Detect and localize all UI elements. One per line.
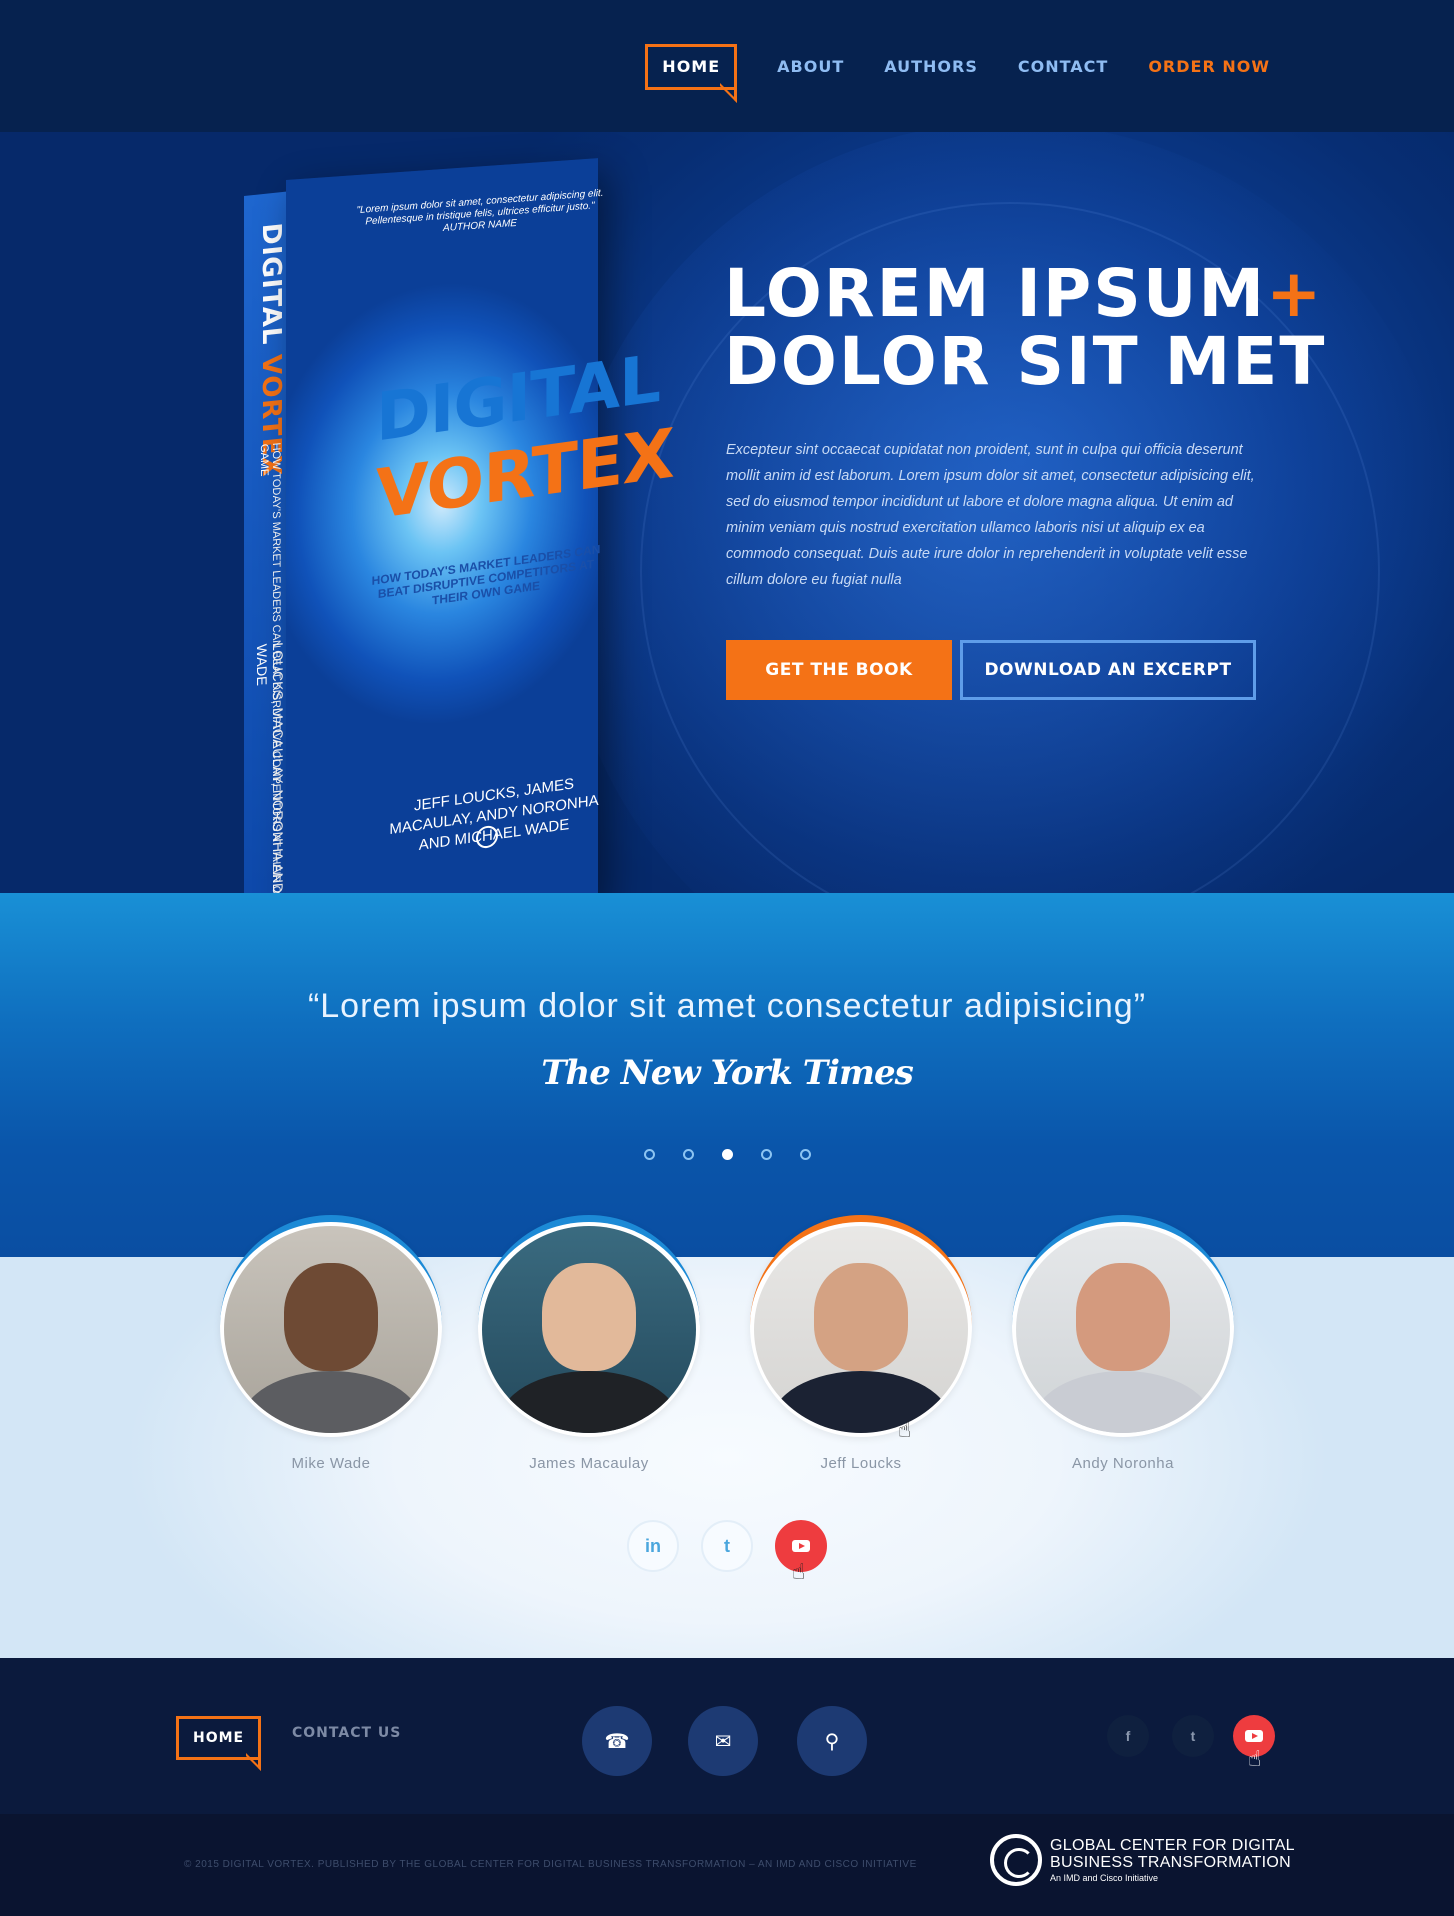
spine-authors: LOUCKS, MACAULAY, NORONHA AND WADE bbox=[254, 641, 286, 893]
testimonial-section: “Lorem ipsum dolor sit amet consectetur … bbox=[0, 893, 1454, 1257]
nav-contact[interactable]: CONTACT bbox=[1018, 47, 1108, 87]
get-the-book-button[interactable]: GET THE BOOK bbox=[726, 640, 952, 700]
nav-order-now[interactable]: ORDER NOW bbox=[1148, 47, 1270, 87]
phone-icon[interactable]: ☎ bbox=[582, 1706, 652, 1776]
play-icon bbox=[792, 1540, 810, 1552]
hand-cursor-icon: ☝ bbox=[1248, 1746, 1262, 1771]
twitter-icon[interactable]: t bbox=[1172, 1715, 1214, 1757]
carousel-dot-1[interactable] bbox=[643, 1149, 655, 1160]
nav-home[interactable]: HOME bbox=[645, 44, 738, 90]
author-card[interactable]: Andy Noronha bbox=[1008, 1215, 1238, 1472]
nav-about[interactable]: ABOUT bbox=[777, 47, 844, 87]
book-cover: "Lorem ipsum dolor sit amet, consectetur… bbox=[286, 158, 674, 893]
author-photo[interactable] bbox=[1016, 1226, 1230, 1433]
authors-section: Mike Wade James Macaulay Jeff Loucks And… bbox=[0, 1215, 1454, 1658]
author-card[interactable]: Mike Wade bbox=[216, 1215, 446, 1472]
author-socials: in t bbox=[0, 1520, 1454, 1572]
hero-section: DIGITAL VORTEX HOW TODAY'S MARKET LEADER… bbox=[0, 132, 1454, 893]
hero-description: Excepteur sint occaecat cupidatat non pr… bbox=[726, 442, 1255, 588]
testimonial-quote: “Lorem ipsum dolor sit amet consectetur … bbox=[307, 987, 1147, 1025]
linkedin-icon[interactable]: in bbox=[627, 1520, 679, 1572]
plus-icon: + bbox=[1266, 255, 1324, 332]
author-ring bbox=[478, 1215, 700, 1437]
hero-title: LOREM IPSUM+ DOLOR SIT MET bbox=[724, 260, 1326, 396]
cover-logo-icon bbox=[476, 824, 498, 850]
book-spine: DIGITAL VORTEX HOW TODAY'S MARKET LEADER… bbox=[244, 191, 286, 893]
footer-home-link[interactable]: HOME bbox=[176, 1716, 262, 1760]
nyt-logo: The New York Times bbox=[541, 1053, 914, 1093]
carousel-dots bbox=[0, 1149, 1454, 1160]
author-photo[interactable] bbox=[754, 1226, 968, 1433]
site-footer: HOME CONTACT US ☎ ✉ ⚲ f t ☝ bbox=[0, 1658, 1454, 1814]
download-excerpt-button[interactable]: DOWNLOAD AN EXCERPT bbox=[960, 640, 1256, 700]
logo-line2: BUSINESS TRANSFORMATION bbox=[1050, 1854, 1292, 1871]
author-name: Mike Wade bbox=[291, 1455, 371, 1472]
author-ring bbox=[220, 1215, 442, 1437]
author-card[interactable]: Jeff Loucks bbox=[746, 1215, 976, 1472]
logo-line3: An IMD and Cisco Initiative bbox=[1050, 1873, 1159, 1883]
logo-line1: GLOBAL CENTER FOR DIGITAL bbox=[1050, 1837, 1295, 1854]
cover-quote: "Lorem ipsum dolor sit amet, consectetur… bbox=[356, 187, 604, 235]
author-card[interactable]: James Macaulay bbox=[474, 1215, 704, 1472]
author-ring bbox=[1012, 1215, 1234, 1437]
author-name: James Macaulay bbox=[529, 1455, 649, 1472]
play-icon bbox=[1245, 1730, 1263, 1742]
hero-title-line1: LOREM IPSUM bbox=[724, 255, 1267, 332]
hero-title-line2: DOLOR SIT MET bbox=[724, 323, 1327, 400]
twitter-icon[interactable]: t bbox=[701, 1520, 753, 1572]
carousel-dot-2[interactable] bbox=[682, 1149, 694, 1160]
footer-contact-link[interactable]: CONTACT US bbox=[292, 1725, 401, 1741]
global-center-logo-icon bbox=[990, 1834, 1042, 1886]
spine-title-1: DIGITAL bbox=[256, 221, 286, 347]
cover-subtitle: HOW TODAY'S MARKET LEADERS CAN BEAT DISR… bbox=[371, 542, 601, 608]
cover-authors: JEFF LOUCKS, JAMES MACAULAY, ANDY NORONH… bbox=[389, 775, 599, 854]
author-ring bbox=[750, 1215, 972, 1437]
author-name: Jeff Loucks bbox=[820, 1455, 902, 1472]
global-center-logo[interactable]: GLOBAL CENTER FOR DIGITAL BUSINESS TRANS… bbox=[990, 1834, 1295, 1886]
carousel-dot-5[interactable] bbox=[799, 1149, 811, 1160]
book-image: DIGITAL VORTEX HOW TODAY'S MARKET LEADER… bbox=[240, 158, 674, 893]
location-pin-icon[interactable]: ⚲ bbox=[797, 1706, 867, 1776]
author-photo[interactable] bbox=[482, 1226, 696, 1433]
facebook-icon[interactable]: f bbox=[1107, 1715, 1149, 1757]
hand-cursor-icon: ☝ bbox=[792, 1559, 806, 1584]
nav-authors[interactable]: AUTHORS bbox=[884, 47, 978, 87]
bottom-bar: © 2015 DIGITAL VORTEX. PUBLISHED BY THE … bbox=[0, 1814, 1454, 1916]
carousel-dot-3[interactable] bbox=[721, 1149, 733, 1160]
main-nav: HOME ABOUT AUTHORS CONTACT ORDER NOW bbox=[645, 44, 1270, 90]
copyright-text: © 2015 DIGITAL VORTEX. PUBLISHED BY THE … bbox=[184, 1859, 917, 1870]
mail-icon[interactable]: ✉ bbox=[688, 1706, 758, 1776]
author-name: Andy Noronha bbox=[1072, 1455, 1174, 1472]
site-header: HOME ABOUT AUTHORS CONTACT ORDER NOW bbox=[0, 0, 1454, 132]
carousel-dot-4[interactable] bbox=[760, 1149, 772, 1160]
author-photo[interactable] bbox=[224, 1226, 438, 1433]
hand-cursor-icon: ☝ bbox=[898, 1417, 912, 1442]
